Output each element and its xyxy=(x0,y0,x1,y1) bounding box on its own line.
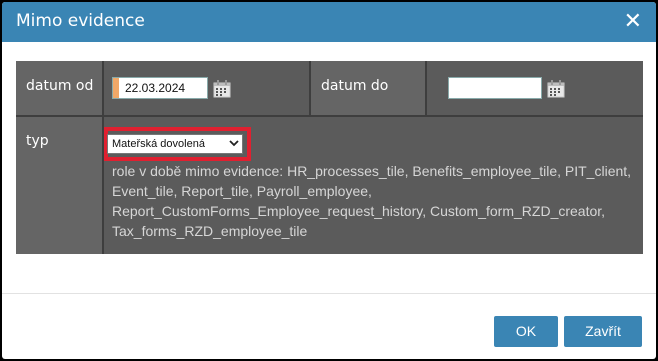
date-from-label: datum od xyxy=(26,78,94,94)
divider xyxy=(425,61,427,115)
close-button[interactable]: Zavřít xyxy=(564,316,642,347)
type-select[interactable]: Mateřská dovolená xyxy=(107,134,243,154)
date-to-label: datum do xyxy=(321,78,389,94)
date-from-label-cell: datum od xyxy=(16,61,102,115)
date-to-input[interactable] xyxy=(448,77,542,99)
date-from-input[interactable]: 22.03.2024 xyxy=(112,77,208,99)
form-panel: datum od 22.03.2024 datum do typ role v … xyxy=(16,61,643,254)
date-to-label-cell: datum do xyxy=(311,61,425,115)
chevron-down-icon xyxy=(229,140,239,147)
roles-text: role v době mimo evidence: HR_processes_… xyxy=(112,163,632,239)
dialog-titlebar: Mimo evidence ✕ xyxy=(2,2,656,42)
divider xyxy=(16,115,643,117)
required-marker xyxy=(113,78,119,98)
divider xyxy=(102,61,104,115)
close-icon[interactable]: ✕ xyxy=(624,8,642,36)
mimo-evidence-dialog: Mimo evidence ✕ datum od 22.03.2024 datu… xyxy=(2,2,656,359)
type-selected-value: Mateřská dovolená xyxy=(112,138,205,150)
date-from-value: 22.03.2024 xyxy=(125,81,186,95)
calendar-icon[interactable] xyxy=(547,80,565,98)
footer-divider xyxy=(2,293,656,294)
dialog-title: Mimo evidence xyxy=(16,11,145,31)
type-label-cell: typ xyxy=(16,117,102,254)
ok-button[interactable]: OK xyxy=(494,316,558,347)
calendar-icon[interactable] xyxy=(213,80,231,98)
type-label: typ xyxy=(26,133,49,149)
